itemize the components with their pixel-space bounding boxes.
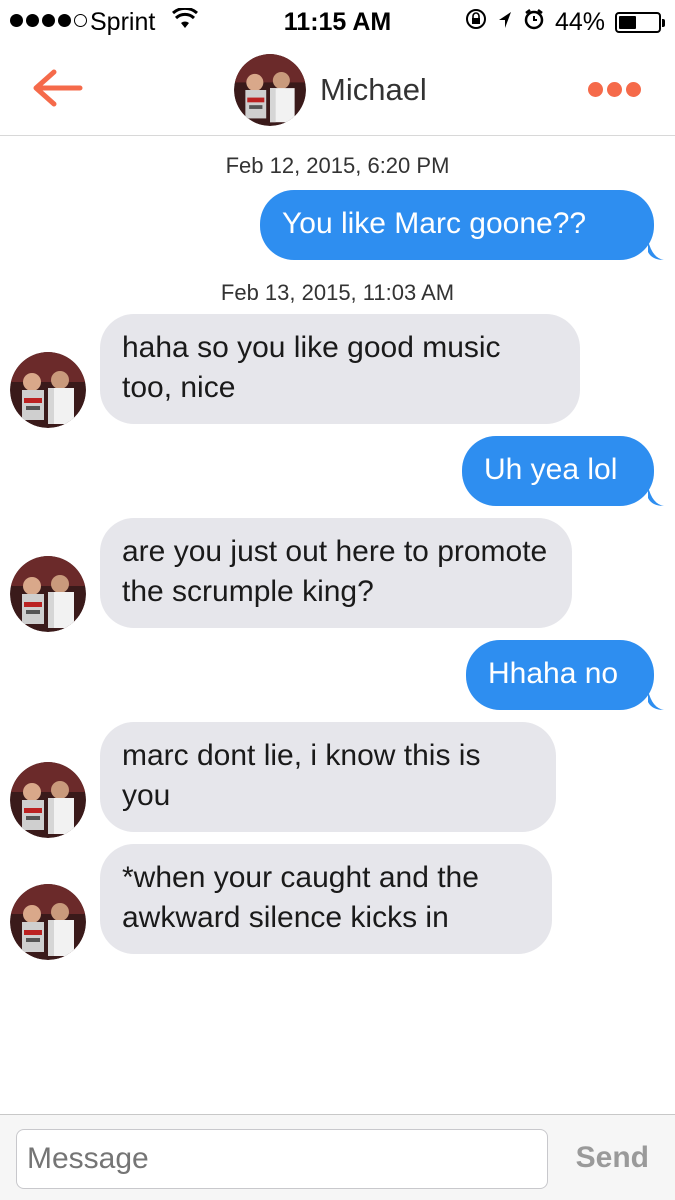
outgoing-message: Hhaha no bbox=[466, 640, 654, 710]
outgoing-message: You like Marc goone?? bbox=[260, 190, 654, 260]
incoming-message: haha so you like good music too, nice bbox=[100, 314, 580, 424]
contact-avatar[interactable] bbox=[10, 762, 86, 838]
more-options-button[interactable] bbox=[588, 82, 641, 97]
contact-avatar[interactable] bbox=[234, 54, 306, 126]
contact-avatar[interactable] bbox=[10, 556, 86, 632]
send-button[interactable]: Send bbox=[576, 1141, 649, 1175]
back-button[interactable] bbox=[30, 66, 84, 110]
alarm-icon bbox=[523, 8, 545, 37]
contact-avatar[interactable] bbox=[10, 352, 86, 428]
contact-name: Michael bbox=[320, 72, 427, 107]
orientation-lock-icon bbox=[465, 8, 487, 37]
chat-header: Michael bbox=[0, 44, 675, 136]
battery-icon bbox=[615, 12, 665, 33]
status-bar: Sprint 11:15 AM 44% bbox=[0, 0, 675, 44]
message-timestamp: Feb 13, 2015, 11:03 AM bbox=[220, 280, 455, 305]
contact-avatar[interactable] bbox=[10, 884, 86, 960]
incoming-message: *when your caught and the awkward silenc… bbox=[100, 844, 552, 954]
incoming-message: are you just out here to promote the scr… bbox=[100, 518, 572, 628]
bubble-tail bbox=[648, 486, 664, 506]
message-composer: Send bbox=[0, 1114, 675, 1200]
location-arrow-icon bbox=[497, 8, 513, 37]
incoming-message: marc dont lie, i know this is you bbox=[100, 722, 556, 832]
battery-percent: 44% bbox=[554, 8, 605, 36]
message-timestamp: Feb 12, 2015, 6:20 PM bbox=[225, 153, 450, 178]
bubble-tail bbox=[648, 240, 664, 260]
message-input[interactable] bbox=[16, 1129, 548, 1189]
outgoing-message: Uh yea lol bbox=[462, 436, 654, 506]
bubble-tail bbox=[648, 690, 664, 710]
contact-header[interactable]: Michael bbox=[234, 54, 427, 126]
more-dots-icon bbox=[588, 82, 603, 97]
arrow-left-icon bbox=[33, 69, 83, 107]
